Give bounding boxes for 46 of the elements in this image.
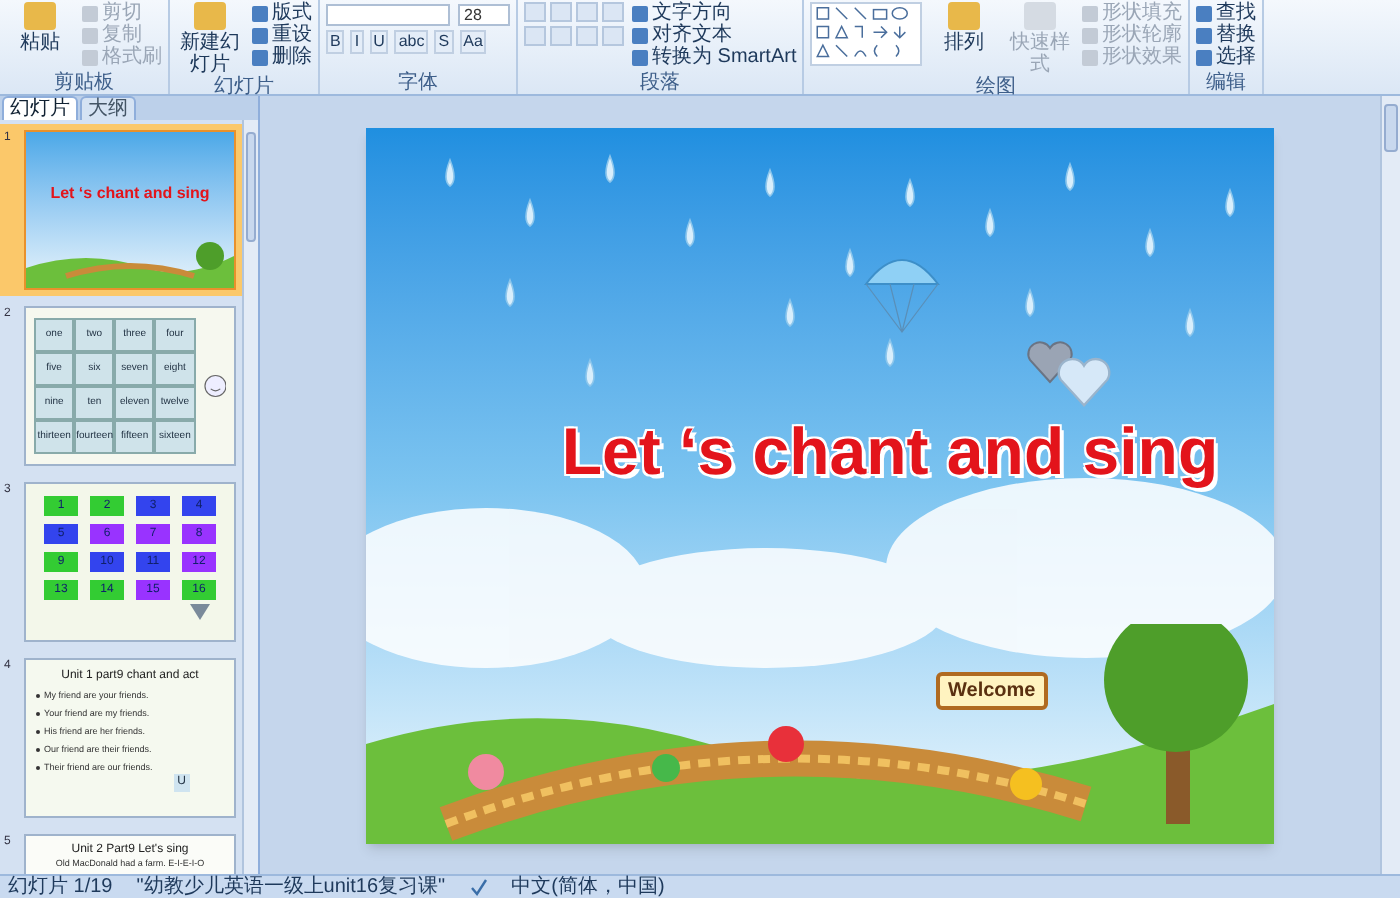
group-label: 段落 — [638, 72, 683, 94]
triangle-down-icon — [190, 604, 210, 620]
format-button[interactable]: Aa — [459, 30, 487, 54]
language: 中文(简体，中国) — [511, 876, 665, 898]
check-icon — [469, 878, 488, 896]
tool-icon — [1024, 2, 1057, 30]
welcome-sign: Welcome — [936, 671, 1048, 709]
theme-name: "幼教少儿英语一级上unit16复习课" — [136, 876, 446, 898]
slide-title: Let ‘s chant and sing — [50, 184, 210, 202]
format-button[interactable]: U — [369, 30, 389, 54]
panel-tab[interactable]: 大纲 — [80, 96, 136, 120]
group-label: 幻灯片 — [212, 76, 276, 98]
ribbon-item[interactable]: 重设 — [252, 24, 312, 46]
ribbon-big-button[interactable]: 排列 — [930, 2, 999, 76]
ribbon-item[interactable]: 文字方向 — [632, 2, 797, 24]
group-label: 字体 — [396, 72, 440, 94]
scrollbar[interactable] — [1380, 96, 1400, 874]
tool-icon — [24, 2, 56, 30]
slide-counter: 幻灯片 1/19 — [8, 876, 113, 898]
ribbon-item[interactable]: 查找 — [1196, 2, 1257, 24]
group-label: 编辑 — [1204, 72, 1249, 94]
smiley-icon — [203, 374, 226, 398]
ribbon-item[interactable]: 替换 — [1196, 24, 1257, 46]
ribbon-item[interactable]: 选择 — [1196, 46, 1257, 68]
ribbon-item[interactable]: 转换为 SmartArt — [632, 46, 797, 68]
group-label: 绘图 — [974, 76, 1019, 98]
shapes-gallery[interactable] — [810, 2, 923, 66]
font-size-field[interactable]: 28 — [458, 4, 510, 26]
tool-icon — [194, 2, 226, 30]
heart-icon — [1026, 339, 1074, 383]
format-button[interactable]: abc — [394, 30, 429, 54]
format-button[interactable]: B — [326, 30, 345, 54]
ribbon-item[interactable]: 版式 — [252, 2, 312, 24]
ribbon-item[interactable]: 对齐文本 — [632, 24, 797, 46]
group-label: 剪贴板 — [52, 72, 116, 94]
format-button[interactable]: I — [350, 30, 364, 54]
scrollbar[interactable] — [242, 120, 258, 874]
ribbon-big-button[interactable]: 新建幻灯片 — [176, 2, 244, 76]
heart-icon — [1056, 355, 1112, 407]
font-name-field[interactable] — [326, 4, 450, 26]
format-button[interactable]: S — [434, 30, 454, 54]
slide-title: Let ‘s chant and sing — [561, 415, 1219, 487]
ribbon-item[interactable]: 删除 — [252, 46, 312, 68]
panel-tab[interactable]: 幻灯片 — [2, 96, 78, 120]
tool-icon — [948, 2, 981, 30]
ribbon-big-button[interactable]: 粘贴 — [6, 2, 74, 68]
